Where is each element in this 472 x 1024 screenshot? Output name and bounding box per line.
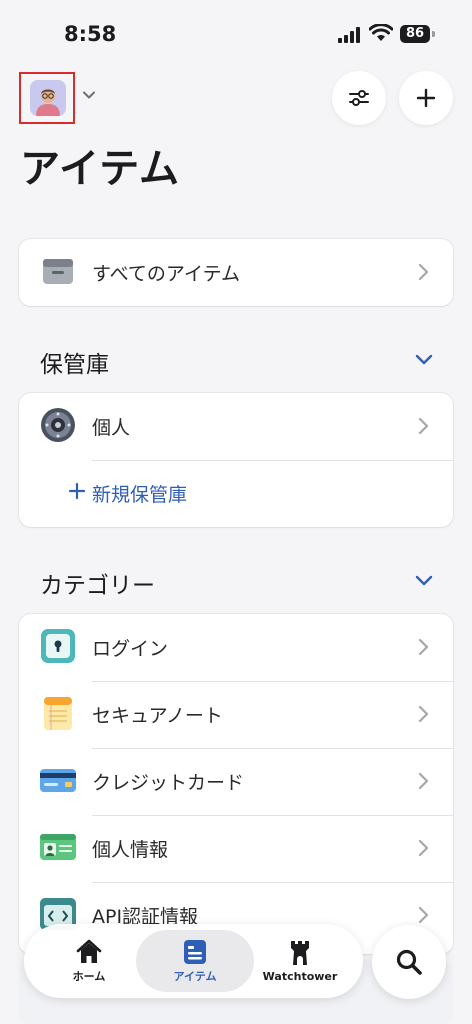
chevron-right-icon — [418, 417, 429, 435]
chevron-down-icon[interactable] — [414, 573, 434, 587]
status-bar: 8:58 86 — [0, 0, 472, 70]
category-label: セキュアノート — [92, 705, 223, 727]
chevron-right-icon — [418, 705, 429, 723]
items-list-icon — [184, 939, 206, 964]
status-time: 8:58 — [64, 22, 117, 46]
user-avatar-icon — [30, 80, 66, 116]
vault-label: 個人 — [92, 417, 131, 439]
category-label: 個人情報 — [92, 839, 169, 861]
identity-icon — [40, 834, 76, 860]
wifi-icon — [369, 24, 393, 41]
categories-section-title: カテゴリー — [40, 573, 155, 599]
account-switcher-button[interactable] — [19, 72, 75, 124]
avatar — [30, 80, 66, 116]
tab-home[interactable]: ホーム — [44, 930, 134, 992]
new-vault-label: 新規保管庫 — [92, 484, 188, 506]
chevron-right-icon — [418, 839, 429, 857]
cellular-signal-icon — [338, 27, 360, 43]
tab-label: Watchtower — [262, 970, 338, 983]
tab-bar: ホーム アイテム Watchtower — [24, 924, 363, 998]
login-icon — [41, 629, 75, 663]
chevron-right-icon — [418, 772, 429, 790]
add-item-button[interactable] — [399, 71, 453, 125]
chevron-right-icon — [418, 906, 429, 924]
tab-watchtower[interactable]: Watchtower — [250, 930, 350, 992]
tab-label: アイテム — [173, 969, 217, 983]
watchtower-icon — [291, 941, 309, 965]
category-row-secure-note[interactable]: セキュアノート — [19, 681, 453, 748]
chevron-right-icon — [418, 638, 429, 656]
search-button[interactable] — [372, 925, 446, 999]
category-row-identity[interactable]: 個人情報 — [19, 815, 453, 882]
filter-button[interactable] — [332, 71, 386, 125]
new-vault-button[interactable]: 新規保管庫 — [19, 460, 453, 527]
category-row-credit-card[interactable]: クレジットカード — [19, 748, 453, 815]
vaults-section-title: 保管庫 — [40, 352, 109, 378]
category-label: クレジットカード — [92, 772, 245, 794]
credit-card-icon — [40, 769, 76, 792]
all-items-card: すべてのアイテム — [19, 239, 453, 306]
plus-icon — [416, 88, 436, 108]
all-items-label: すべてのアイテム — [92, 263, 241, 285]
home-icon — [76, 939, 102, 963]
battery-level: 86 — [400, 25, 430, 43]
all-items-row[interactable]: すべてのアイテム — [19, 239, 453, 306]
vaults-card: 個人 新規保管庫 — [19, 393, 453, 527]
sliders-icon — [349, 90, 369, 106]
vault-icon — [41, 408, 75, 442]
vault-row-personal[interactable]: 個人 — [19, 393, 453, 460]
tab-items[interactable]: アイテム — [136, 930, 254, 992]
chevron-down-icon[interactable] — [82, 88, 96, 102]
category-row-login[interactable]: ログイン — [19, 614, 453, 681]
page-title: アイテム — [20, 146, 180, 192]
tab-label: ホーム — [72, 969, 106, 983]
categories-card: ログイン セキュアノート クレジットカード 個人情報 API認証情報 — [19, 614, 453, 954]
secure-note-icon — [44, 697, 72, 730]
battery-cap — [432, 31, 435, 37]
archive-tray-icon — [43, 259, 73, 284]
chevron-right-icon — [418, 263, 429, 281]
plus-icon — [68, 482, 86, 500]
chevron-down-icon[interactable] — [414, 352, 434, 366]
category-label: ログイン — [92, 638, 169, 660]
search-icon — [396, 949, 422, 975]
